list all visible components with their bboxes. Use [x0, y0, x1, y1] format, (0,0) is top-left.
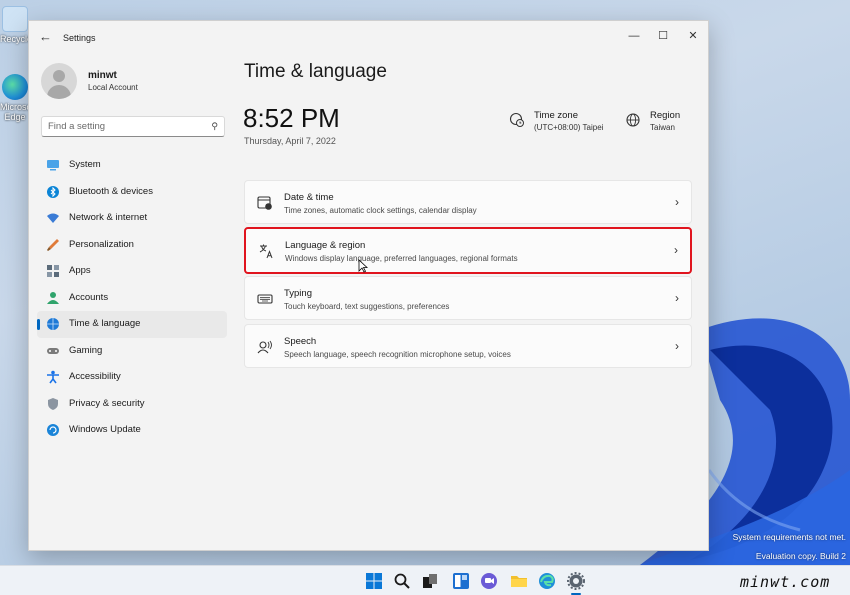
sidebar-item-label: Privacy & security — [69, 397, 145, 409]
time-zone-icon — [509, 112, 524, 127]
globe-clock-icon — [47, 318, 59, 330]
sidebar-item-network[interactable]: Network & internet — [37, 205, 227, 232]
site-watermark: minwt.com — [740, 573, 831, 591]
desktop-icon-label-line2: Edge — [4, 112, 26, 122]
start-icon[interactable] — [365, 572, 383, 590]
region-value: Taiwan — [650, 123, 675, 132]
close-button[interactable]: ✕ — [684, 27, 702, 45]
language-region-card[interactable]: Language & region Windows display langua… — [244, 227, 692, 274]
sidebar-item-label: Personalization — [69, 238, 134, 250]
accounts-icon — [47, 291, 59, 304]
user-name: minwt — [88, 70, 117, 81]
current-time: 8:52 PM — [243, 103, 340, 133]
chevron-right-icon: › — [675, 291, 679, 305]
window-title: Settings — [63, 33, 96, 43]
mouse-pointer-icon — [358, 259, 368, 273]
wifi-icon — [47, 213, 59, 223]
edge-icon[interactable] — [538, 572, 556, 590]
sidebar-item-personalization[interactable]: Personalization — [37, 232, 227, 259]
taskbar — [0, 565, 850, 595]
sidebar-item-label: Gaming — [69, 344, 103, 356]
sidebar-item-label: Accessibility — [69, 371, 121, 382]
current-date: Thursday, April 7, 2022 — [244, 136, 336, 146]
task-view-icon[interactable] — [421, 572, 439, 590]
card-subtitle: Windows display language, preferred lang… — [285, 254, 518, 263]
card-title: Speech — [284, 336, 317, 347]
main-content: Time & language 8:52 PM Thursday, April … — [243, 53, 710, 551]
maximize-button[interactable]: ☐ — [654, 27, 672, 45]
speech-icon — [257, 340, 272, 354]
watermark-line-2: Evaluation copy. Build 2 — [755, 551, 846, 561]
date-time-card[interactable]: Date & time Time zones, automatic clock … — [244, 180, 692, 224]
page-title: Time & language — [244, 61, 387, 82]
card-title: Language & region — [285, 240, 366, 251]
sidebar-item-label: Apps — [69, 265, 91, 276]
search-placeholder: Find a setting — [48, 121, 106, 132]
system-icon — [47, 160, 59, 171]
sidebar-item-gaming[interactable]: Gaming — [37, 338, 227, 365]
avatar[interactable] — [41, 63, 77, 99]
sidebar-item-system[interactable]: System — [37, 152, 227, 179]
sidebar-item-time-language[interactable]: Time & language — [37, 311, 227, 338]
region-label: Region — [650, 110, 681, 121]
recycle-bin-icon — [2, 6, 28, 32]
time-zone-label: Time zone — [534, 110, 578, 121]
sidebar-item-label: Windows Update — [69, 424, 141, 435]
sidebar-item-label: Network & internet — [69, 212, 148, 223]
accessibility-icon — [47, 370, 59, 384]
edge-desktop-icon[interactable]: Microso Edge — [0, 74, 32, 122]
search-icon[interactable]: ⚲ — [211, 121, 218, 132]
sidebar-nav: System Bluetooth & devices Network & int… — [37, 152, 227, 444]
watermark-line-1: System requirements not met. — [732, 532, 846, 542]
title-bar[interactable]: ← Settings — ☐ ✕ — [29, 21, 708, 53]
sidebar-item-label: Time & language — [69, 318, 141, 329]
search-icon[interactable] — [393, 572, 411, 590]
sidebar-item-apps[interactable]: Apps — [37, 258, 227, 285]
card-subtitle: Touch keyboard, text suggestions, prefer… — [284, 302, 450, 311]
gamepad-icon — [47, 347, 59, 354]
settings-window: ← Settings — ☐ ✕ minwt Local Account Fin… — [28, 20, 709, 551]
selection-indicator — [37, 319, 40, 330]
desktop-icon-label: Microso — [0, 102, 32, 112]
bluetooth-icon — [47, 185, 59, 198]
shield-icon — [48, 397, 58, 410]
account-type: Local Account — [88, 83, 138, 92]
sidebar: minwt Local Account Find a setting ⚲ Sys… — [29, 53, 241, 551]
sidebar-item-privacy[interactable]: Privacy & security — [37, 391, 227, 418]
chat-icon[interactable] — [480, 572, 498, 590]
minimize-button[interactable]: — — [625, 27, 643, 45]
time-zone-value: (UTC+08:00) Taipei — [534, 123, 604, 132]
sidebar-item-label: Bluetooth & devices — [69, 185, 153, 197]
card-subtitle: Time zones, automatic clock settings, ca… — [284, 206, 477, 215]
sidebar-item-label: Accounts — [69, 291, 109, 303]
sidebar-item-accounts[interactable]: Accounts — [37, 285, 227, 312]
sidebar-item-label: System — [69, 159, 101, 170]
language-icon — [259, 244, 273, 259]
sidebar-item-windows-update[interactable]: Windows Update — [37, 417, 227, 444]
keyboard-icon — [257, 294, 273, 304]
recycle-bin-desktop-icon[interactable]: Recycle — [0, 6, 33, 44]
chevron-right-icon: › — [674, 243, 678, 257]
card-subtitle: Speech language, speech recognition micr… — [284, 350, 511, 359]
update-icon — [47, 424, 59, 436]
brush-icon — [47, 238, 59, 251]
sidebar-item-bluetooth[interactable]: Bluetooth & devices — [37, 179, 227, 206]
globe-icon — [626, 113, 640, 127]
speech-card[interactable]: Speech Speech language, speech recogniti… — [244, 324, 692, 368]
apps-icon — [47, 265, 59, 277]
chevron-right-icon: › — [675, 195, 679, 209]
card-title: Typing — [284, 288, 312, 299]
widgets-icon[interactable] — [452, 572, 470, 590]
back-arrow-icon[interactable]: ← — [39, 30, 53, 44]
settings-icon[interactable] — [567, 572, 585, 590]
typing-card[interactable]: Typing Touch keyboard, text suggestions,… — [244, 276, 692, 320]
card-title: Date & time — [284, 192, 334, 203]
calendar-clock-icon — [257, 196, 272, 210]
chevron-right-icon: › — [675, 339, 679, 353]
desktop-icon-label: Recycle — [0, 34, 33, 44]
search-input[interactable]: Find a setting ⚲ — [41, 116, 225, 137]
sidebar-item-accessibility[interactable]: Accessibility — [37, 364, 227, 391]
file-explorer-icon[interactable] — [510, 572, 528, 590]
edge-icon — [2, 74, 28, 100]
